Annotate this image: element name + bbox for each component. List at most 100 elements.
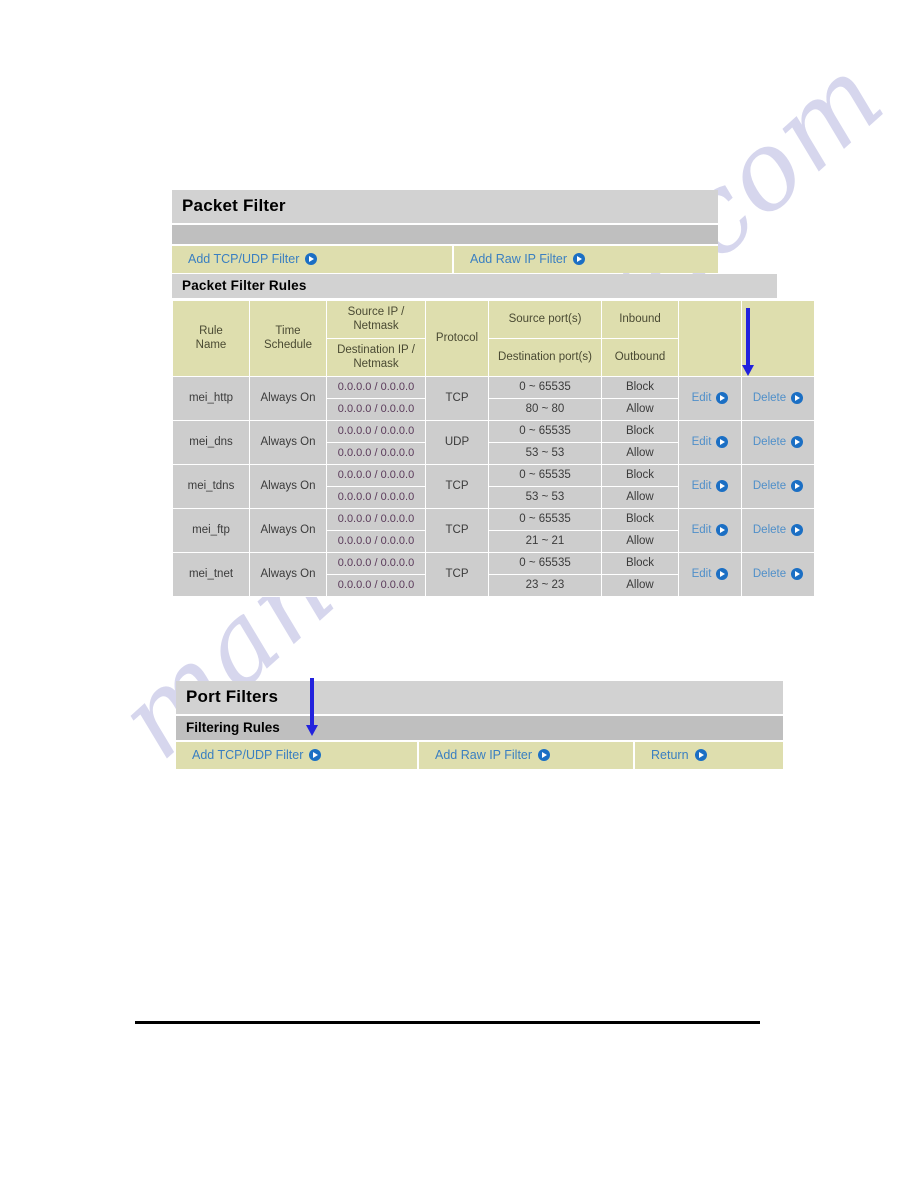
go-arrow-icon <box>716 436 729 448</box>
delete-button[interactable]: Delete <box>741 419 815 465</box>
edit-button[interactable]: Edit <box>678 419 742 465</box>
cell-destination-ip: 0.0.0.0 / 0.0.0.0 <box>326 397 426 421</box>
cell-protocol: UDP <box>425 419 489 465</box>
port-add-tcp-udp-filter-label: Add TCP/UDP Filter <box>192 748 304 762</box>
cell-source-ip: 0.0.0.0 / 0.0.0.0 <box>326 375 426 399</box>
cell-rule-name: mei_tnet <box>172 551 250 597</box>
port-return-link[interactable]: Return <box>635 742 783 769</box>
delete-label: Delete <box>752 391 787 404</box>
go-arrow-icon <box>791 568 804 580</box>
cell-protocol: TCP <box>425 507 489 553</box>
go-arrow-icon <box>791 392 804 404</box>
edit-label: Edit <box>691 567 712 580</box>
cell-protocol: TCP <box>425 375 489 421</box>
cell-outbound: Allow <box>601 573 679 597</box>
edit-button[interactable]: Edit <box>678 551 742 597</box>
header-time-line2: Schedule <box>264 339 312 352</box>
edit-button[interactable]: Edit <box>678 375 742 421</box>
header-inbound: Inbound <box>601 300 679 339</box>
add-raw-ip-filter-link[interactable]: Add Raw IP Filter <box>454 246 718 273</box>
cell-source-port: 0 ~ 65535 <box>488 551 602 575</box>
edit-button[interactable]: Edit <box>678 507 742 553</box>
port-filters-title: Port Filters <box>176 681 783 716</box>
go-arrow-icon <box>716 480 729 492</box>
cell-inbound: Block <box>601 375 679 399</box>
cell-time-schedule: Always On <box>249 551 327 597</box>
header-source-ip: Source IP / <box>347 306 405 318</box>
header-time-line1: Time <box>275 324 301 337</box>
packet-filter-title: Packet Filter <box>172 190 718 225</box>
cell-outbound: Allow <box>601 485 679 509</box>
go-arrow-icon <box>694 749 707 761</box>
go-arrow-icon <box>716 392 729 404</box>
header-destination-ports: Destination port(s) <box>488 337 602 377</box>
cell-destination-port: 53 ~ 53 <box>488 441 602 465</box>
cell-time-schedule: Always On <box>249 375 327 421</box>
delete-button[interactable]: Delete <box>741 375 815 421</box>
header-outbound: Outbound <box>601 337 679 377</box>
cell-source-ip: 0.0.0.0 / 0.0.0.0 <box>326 463 426 487</box>
go-arrow-icon <box>305 253 318 265</box>
port-add-raw-ip-filter-label: Add Raw IP Filter <box>435 748 533 762</box>
header-source-netmask: Netmask <box>353 320 399 333</box>
cell-rule-name: mei_ftp <box>172 507 250 553</box>
edit-button[interactable]: Edit <box>678 463 742 509</box>
cell-source-port: 0 ~ 65535 <box>488 375 602 399</box>
table-row: mei_tdns Always On 0.0.0.0 / 0.0.0.0 TCP 0 ~… <box>172 463 815 509</box>
port-add-raw-ip-filter-link[interactable]: Add Raw IP Filter <box>419 742 635 769</box>
delete-button[interactable]: Delete <box>741 463 815 509</box>
port-add-tcp-udp-filter-link[interactable]: Add TCP/UDP Filter <box>176 742 419 769</box>
port-return-label: Return <box>651 748 689 762</box>
add-raw-ip-filter-label: Add Raw IP Filter <box>470 252 568 266</box>
delete-label: Delete <box>752 479 787 492</box>
table-row: mei_ftp Always On 0.0.0.0 / 0.0.0.0 TCP 0 ~ … <box>172 507 815 553</box>
rules-header-row-1: Rule Name Time Schedule Source IP / Netm… <box>172 300 815 377</box>
cell-rule-name: mei_http <box>172 375 250 421</box>
go-arrow-icon <box>573 253 586 265</box>
cell-destination-port: 21 ~ 21 <box>488 529 602 553</box>
port-filters-panel: Port Filters Filtering Rules Add TCP/UDP… <box>176 681 783 769</box>
table-row: mei_tnet Always On 0.0.0.0 / 0.0.0.0 TCP 0 ~… <box>172 551 815 597</box>
packet-filter-action-bar: Add TCP/UDP Filter Add Raw IP Filter <box>172 246 718 273</box>
packet-filter-rules-title: Packet Filter Rules <box>172 274 777 300</box>
header-destination-ip-netmask: Destination IP / Netmask <box>326 337 426 377</box>
header-rule-name-line2: Name <box>195 339 227 352</box>
packet-filter-rules-block: Packet Filter Rules Rule Name Time Sched… <box>172 274 815 597</box>
edit-label: Edit <box>691 523 712 536</box>
packet-filter-spacer-bar <box>172 225 718 246</box>
cell-outbound: Allow <box>601 441 679 465</box>
cell-outbound: Allow <box>601 529 679 553</box>
go-arrow-icon <box>716 568 729 580</box>
cell-destination-port: 80 ~ 80 <box>488 397 602 421</box>
header-destination-netmask: Netmask <box>353 358 399 371</box>
cell-inbound: Block <box>601 463 679 487</box>
packet-filter-rules-table: Rule Name Time Schedule Source IP / Netm… <box>172 300 815 597</box>
edit-label: Edit <box>691 435 712 448</box>
add-tcp-udp-filter-link[interactable]: Add TCP/UDP Filter <box>172 246 454 273</box>
port-filters-action-bar: Add TCP/UDP Filter Add Raw IP Filter Ret… <box>176 742 783 769</box>
cell-rule-name: mei_tdns <box>172 463 250 509</box>
go-arrow-icon <box>309 749 322 761</box>
cell-time-schedule: Always On <box>249 419 327 465</box>
filtering-rules-subtitle: Filtering Rules <box>176 716 783 742</box>
add-tcp-udp-filter-label: Add TCP/UDP Filter <box>188 252 300 266</box>
go-arrow-icon <box>716 524 729 536</box>
cell-source-port: 0 ~ 65535 <box>488 507 602 531</box>
header-rule-name-line1: Rule <box>199 324 223 337</box>
delete-label: Delete <box>752 435 787 448</box>
cell-protocol: TCP <box>425 551 489 597</box>
cell-source-port: 0 ~ 65535 <box>488 419 602 443</box>
edit-label: Edit <box>691 391 712 404</box>
delete-button[interactable]: Delete <box>741 507 815 553</box>
cell-destination-ip: 0.0.0.0 / 0.0.0.0 <box>326 485 426 509</box>
header-source-ip-netmask: Source IP / Netmask <box>326 300 426 339</box>
cell-inbound: Block <box>601 419 679 443</box>
cell-destination-ip: 0.0.0.0 / 0.0.0.0 <box>326 441 426 465</box>
delete-button[interactable]: Delete <box>741 551 815 597</box>
header-time-schedule: Time Schedule <box>249 300 327 377</box>
delete-label: Delete <box>752 523 787 536</box>
header-protocol: Protocol <box>425 300 489 377</box>
cell-source-port: 0 ~ 65535 <box>488 463 602 487</box>
cell-source-ip: 0.0.0.0 / 0.0.0.0 <box>326 507 426 531</box>
footer-divider <box>135 1021 760 1024</box>
